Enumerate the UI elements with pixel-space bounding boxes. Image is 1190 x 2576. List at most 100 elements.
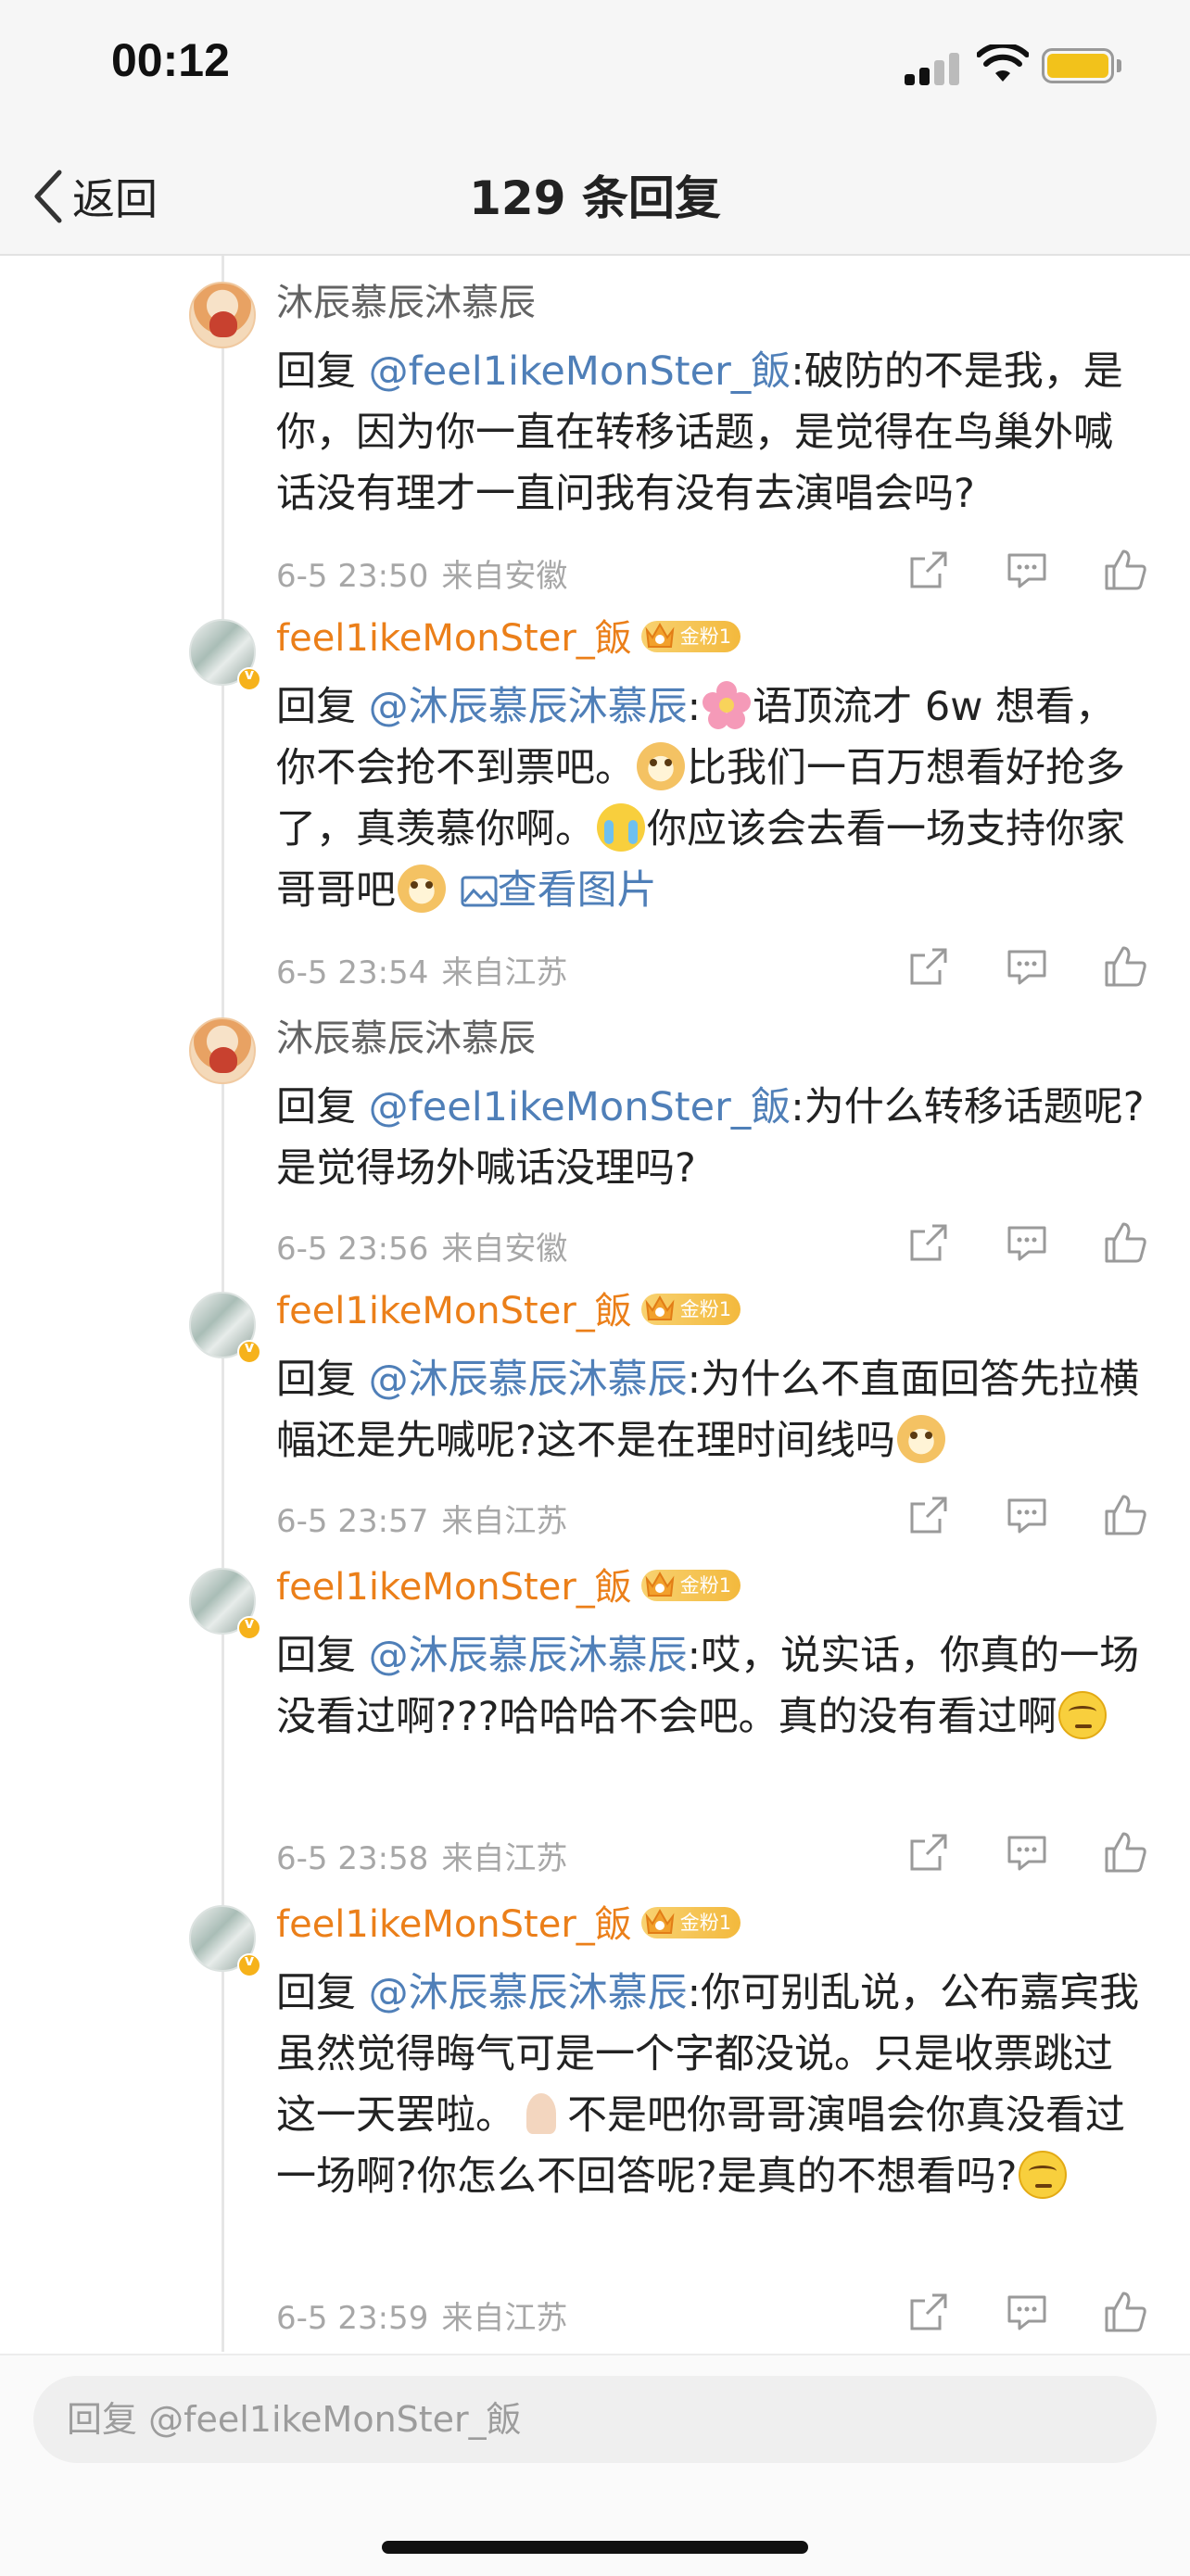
username[interactable]: feel1ikeMonSter_飯 金粉1	[276, 1288, 741, 1334]
reply-time: 6-5 23:57	[276, 1503, 429, 1540]
repost-icon[interactable]	[906, 944, 951, 989]
reply-time: 6-5 23:56	[276, 1231, 429, 1268]
doge-emoji-icon	[398, 865, 446, 913]
signal-icon	[905, 52, 960, 85]
reply-source: 来自安徽	[441, 1231, 568, 1268]
mention-link[interactable]: @沐辰慕辰沐慕辰	[369, 1970, 688, 2016]
mention-link[interactable]: @feel1ikeMonSter_飯	[369, 1084, 791, 1130]
fan-badge-label: 金粉1	[679, 1912, 732, 1934]
reply-prefix: 回复	[276, 1357, 369, 1403]
reply-actions	[906, 1830, 1149, 1876]
reply-source: 来自安徽	[441, 558, 568, 595]
reply-input[interactable]	[33, 2376, 1157, 2463]
reply-text-part: :	[687, 684, 702, 730]
mention-link[interactable]: @沐辰慕辰沐慕辰	[369, 1633, 688, 1679]
username[interactable]: feel1ikeMonSter_飯 金粉1	[276, 1901, 741, 1948]
reply-actions	[906, 944, 1149, 991]
crown-icon	[645, 1908, 675, 1934]
verified-badge-icon	[237, 665, 261, 691]
avatar[interactable]	[189, 282, 256, 348]
fan-badge: 金粉1	[640, 621, 741, 652]
praying-hands-emoji-icon	[517, 2090, 565, 2138]
comment-icon[interactable]	[1005, 548, 1049, 592]
reply-actions	[906, 548, 1149, 594]
doge-emoji-icon	[637, 742, 685, 790]
repost-icon[interactable]	[906, 1493, 951, 1537]
reply-meta: 6-5 23:50 来自安徽	[276, 550, 567, 596]
crying-emoji-icon	[597, 803, 645, 852]
comment-icon[interactable]	[1005, 1830, 1049, 1875]
reply-text: 回复 @feel1ikeMonSter_飯:为什么转移话题呢?是觉得场外喊话没理…	[276, 1077, 1147, 1199]
reply-source: 来自江苏	[441, 1840, 568, 1877]
thumbs-up-icon[interactable]	[1103, 1830, 1147, 1875]
comment-icon[interactable]	[1005, 944, 1049, 989]
reply-source: 来自江苏	[441, 1503, 568, 1540]
home-indicator[interactable]	[382, 2541, 808, 2554]
reply-meta: 6-5 23:58 来自江苏	[276, 1833, 567, 1878]
verified-badge-icon	[237, 1338, 261, 1364]
avatar[interactable]	[189, 1017, 256, 1084]
verified-badge-icon	[237, 1614, 261, 1640]
crown-icon	[645, 622, 675, 648]
fan-badge: 金粉1	[640, 1570, 741, 1601]
username[interactable]: 沐辰慕辰沐慕辰	[276, 280, 536, 326]
fan-badge: 金粉1	[640, 1907, 741, 1938]
username-text: feel1ikeMonSter_飯	[276, 1566, 632, 1609]
comment-icon[interactable]	[1005, 2290, 1049, 2334]
crown-icon	[645, 1571, 675, 1597]
username[interactable]: 沐辰慕辰沐慕辰	[276, 1016, 536, 1062]
flower-emoji-icon	[703, 681, 752, 729]
reply-source: 来自江苏	[441, 954, 568, 991]
image-icon	[461, 876, 498, 907]
thumbs-up-icon[interactable]	[1103, 548, 1147, 592]
reply-text: 回复 @feel1ikeMonSter_飯:破防的不是我，是你，因为你一直在转移…	[276, 341, 1147, 524]
username-text: feel1ikeMonSter_飯	[276, 1290, 632, 1332]
page-title: 129 条回复	[469, 171, 721, 225]
battery-icon	[1042, 48, 1114, 83]
thumbs-up-icon[interactable]	[1103, 944, 1147, 989]
reply-actions	[906, 1493, 1149, 1539]
verified-badge-icon	[237, 1951, 261, 1977]
mention-link[interactable]: @feel1ikeMonSter_飯	[369, 348, 791, 395]
reply-meta: 6-5 23:54 来自江苏	[276, 947, 567, 992]
view-image-link[interactable]: 查看图片	[461, 867, 657, 914]
fan-badge-label: 金粉1	[679, 1298, 732, 1320]
wifi-icon	[977, 44, 1029, 82]
reply-text: 回复 @沐辰慕辰沐慕辰: 语顶流才 6w 想看，你不会抢不到票吧。 比我们一百万想看…	[276, 676, 1147, 921]
reply-prefix: 回复	[276, 1633, 369, 1679]
mention-link[interactable]: @沐辰慕辰沐慕辰	[369, 1357, 688, 1403]
reply-prefix: 回复	[276, 684, 369, 730]
status-time: 00:12	[111, 34, 230, 86]
reply-actions	[906, 1220, 1149, 1267]
thumbs-up-icon[interactable]	[1103, 2290, 1147, 2334]
username[interactable]: feel1ikeMonSter_飯 金粉1	[276, 615, 741, 662]
repost-icon[interactable]	[906, 548, 951, 592]
reply-time: 6-5 23:50	[276, 558, 429, 595]
fan-badge-label: 金粉1	[679, 625, 732, 648]
reply-actions	[906, 2290, 1149, 2336]
comment-icon[interactable]	[1005, 1220, 1049, 1265]
reply-source: 来自江苏	[441, 2300, 568, 2337]
reply-text: 回复 @沐辰慕辰沐慕辰:你可别乱说，公布嘉宾我虽然觉得晦气可是一个字都没说。只是…	[276, 1963, 1147, 2207]
thumbs-up-icon[interactable]	[1103, 1493, 1147, 1537]
mention-link[interactable]: @沐辰慕辰沐慕辰	[369, 684, 688, 730]
reply-text: 回复 @沐辰慕辰沐慕辰:为什么不直面回答先拉横幅还是先喊呢?这不是在理时间线吗	[276, 1349, 1147, 1471]
comment-icon[interactable]	[1005, 1493, 1049, 1537]
reply-time: 6-5 23:54	[276, 954, 429, 991]
reply-meta: 6-5 23:56 来自安徽	[276, 1223, 567, 1269]
repost-icon[interactable]	[906, 1830, 951, 1875]
reply-meta: 6-5 23:57 来自江苏	[276, 1496, 567, 1541]
fan-badge: 金粉1	[640, 1294, 741, 1325]
repost-icon[interactable]	[906, 2290, 951, 2334]
reply-time: 6-5 23:58	[276, 1840, 429, 1877]
eye-roll-emoji-icon	[1058, 1691, 1108, 1739]
fan-badge-label: 金粉1	[679, 1574, 732, 1597]
repost-icon[interactable]	[906, 1220, 951, 1265]
status-bar: 00:12	[0, 0, 1190, 139]
view-image-label: 查看图片	[497, 867, 657, 914]
thumbs-up-icon[interactable]	[1103, 1220, 1147, 1265]
reply-time: 6-5 23:59	[276, 2300, 429, 2337]
username[interactable]: feel1ikeMonSter_飯 金粉1	[276, 1564, 741, 1610]
reply-meta: 6-5 23:59 来自江苏	[276, 2292, 567, 2338]
username-text: feel1ikeMonSter_飯	[276, 617, 632, 660]
